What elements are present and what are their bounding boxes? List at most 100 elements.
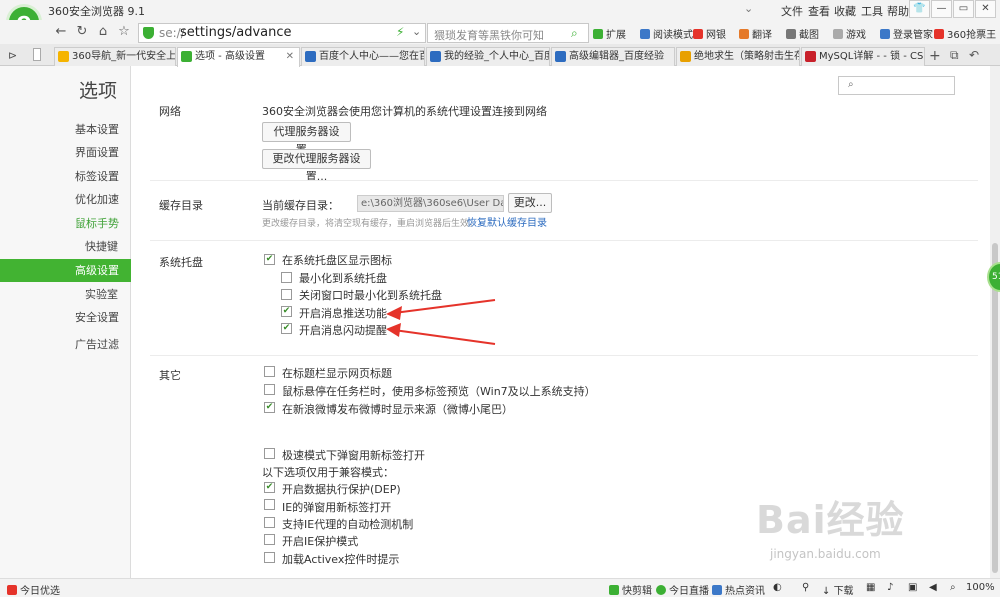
chevron-down-icon[interactable]: ⌄: [412, 25, 421, 38]
sidebar-item-acceleration[interactable]: 优化加速: [0, 188, 131, 211]
page-icon[interactable]: [33, 48, 41, 61]
tab-baidu-center[interactable]: 百度个人中心——您在百...: [301, 47, 425, 66]
sidebar-item-advanced[interactable]: 高级设置: [0, 259, 131, 282]
zoom-level[interactable]: 100%: [966, 582, 995, 593]
address-bar[interactable]: se:// settings/advance ⚡ ⌄: [138, 23, 426, 43]
menu-favorites[interactable]: 收藏: [834, 3, 856, 19]
tab-settings[interactable]: 选项 - 高级设置 ✕: [177, 47, 300, 67]
ext-reader[interactable]: 阅读模式: [640, 26, 693, 41]
cache-path-field[interactable]: e:\360浏览器\360se6\User Data\Default: [357, 195, 504, 212]
compat-note: 以下选项仅用于兼容模式：: [262, 466, 394, 479]
menu-view[interactable]: 查看: [808, 3, 830, 19]
weibo-source-checkbox[interactable]: ✔: [264, 402, 275, 413]
today-live[interactable]: 今日直播: [656, 582, 709, 597]
menu-help[interactable]: 帮助: [887, 3, 909, 19]
ext-screenshot[interactable]: 截图: [786, 26, 819, 41]
app-title: 360安全浏览器 9.1: [48, 5, 145, 18]
ie-popup-checkbox[interactable]: [264, 499, 275, 510]
tab-editor[interactable]: 高级编辑器_百度经验: [551, 47, 675, 66]
title-bar: 360安全浏览器 9.1 ⌄ 文件 查看 收藏 工具 帮助 👕 — ▭ ✕: [0, 0, 1000, 20]
restore-cache-link[interactable]: 恢复默认缓存目录: [467, 214, 547, 229]
image-icon[interactable]: ▣: [908, 582, 917, 593]
settings-tab-icon: [181, 51, 192, 62]
home-icon[interactable]: ⌂: [94, 23, 112, 41]
menu-file[interactable]: 文件: [781, 3, 803, 19]
title-in-titlebar-checkbox[interactable]: [264, 366, 275, 377]
ie-protected-mode-checkbox[interactable]: [264, 534, 275, 545]
close-icon[interactable]: ✕: [286, 48, 294, 65]
divider: [150, 355, 978, 356]
hot-news[interactable]: 热点资讯: [712, 582, 765, 597]
sidebar-item-security[interactable]: 安全设置: [0, 306, 131, 329]
tray-push-checkbox[interactable]: ✔: [281, 306, 292, 317]
scrollbar-thumb[interactable]: [992, 243, 998, 573]
refresh-icon[interactable]: ↻: [73, 23, 91, 41]
tab-list-icon[interactable]: ⧉: [950, 48, 959, 63]
floating-badge[interactable]: 51: [987, 262, 1000, 292]
sidebar-item-shortcuts[interactable]: 快捷键: [0, 235, 131, 258]
search-icon[interactable]: ⌕: [571, 26, 578, 41]
mobile-icon[interactable]: ⚲: [802, 582, 809, 593]
sound-icon[interactable]: ◀: [929, 582, 937, 593]
speed-mode-popup-checkbox[interactable]: [264, 448, 275, 459]
bolt-icon[interactable]: ⚡: [396, 25, 404, 39]
minimize-button[interactable]: —: [931, 0, 952, 18]
maximize-button[interactable]: ▭: [953, 0, 974, 18]
sidebar-item-adblock[interactable]: 广告过滤: [0, 333, 131, 356]
compat-option-label: 支持IE代理的自动检测机制: [282, 518, 414, 531]
paw-icon: [555, 51, 566, 62]
tab-my-experience[interactable]: 我的经验_个人中心_百度...: [426, 47, 550, 66]
sidebar-toggle-icon[interactable]: ⊳: [8, 49, 17, 62]
ext-login[interactable]: 登录管家: [880, 26, 933, 41]
dep-checkbox[interactable]: ✔: [264, 482, 275, 493]
sidebar-item-basic[interactable]: 基本设置: [0, 118, 131, 141]
grid-status-icon[interactable]: ▦: [866, 582, 875, 593]
tab-360nav[interactable]: 360导航_新一代安全上网: [54, 47, 176, 66]
tray-flash-checkbox[interactable]: ✔: [281, 323, 292, 334]
csdn-icon: [805, 51, 816, 62]
tray-option-label: 在系统托盘区显示图标: [282, 254, 392, 267]
today-picks[interactable]: 今日优选: [7, 582, 60, 597]
ext-tickets[interactable]: 360抢票王: [934, 26, 996, 41]
chevron-down-icon[interactable]: ⌄: [744, 2, 753, 15]
zoom-icon[interactable]: ⌕: [950, 582, 956, 593]
quick-clip[interactable]: 快剪辑: [609, 582, 652, 597]
ext-extensions[interactable]: 扩展: [593, 26, 626, 41]
change-proxy-button[interactable]: 更改代理服务器设置...: [262, 149, 371, 183]
paw-icon: [430, 51, 441, 62]
sidebar-item-mouse-gesture[interactable]: 鼠标手势: [0, 212, 131, 235]
ext-bank[interactable]: 网银: [693, 26, 726, 41]
tray-show-icon-checkbox[interactable]: ✔: [264, 254, 275, 265]
tab-pubg[interactable]: 绝地求生（策略射击生存...: [676, 47, 800, 66]
undo-close-icon[interactable]: ↶: [969, 48, 979, 62]
proxy-settings-button[interactable]: 代理服务器设置...: [262, 122, 351, 156]
tab-mysql[interactable]: MySQL详解 - - 锁 - CS...: [801, 47, 925, 66]
activex-prompt-checkbox[interactable]: [264, 552, 275, 563]
sidebar-item-lab[interactable]: 实验室: [0, 283, 131, 306]
ext-games[interactable]: 游戏: [833, 26, 866, 41]
watermark-logo: Bai经验: [756, 498, 905, 542]
options-search-input[interactable]: ⌕: [838, 76, 955, 95]
tray-close-minimize-checkbox[interactable]: [281, 289, 292, 300]
menu-tools[interactable]: 工具: [861, 3, 883, 19]
cache-heading: 缓存目录: [159, 199, 203, 212]
shield-status-icon[interactable]: ◐: [773, 582, 782, 593]
cache-current-label: 当前缓存目录：: [262, 199, 339, 212]
skin-button[interactable]: 👕: [909, 0, 930, 18]
ext-translate[interactable]: 翻译: [739, 26, 772, 41]
new-tab-icon[interactable]: +: [929, 48, 941, 64]
sidebar-item-interface[interactable]: 界面设置: [0, 141, 131, 164]
back-arrow-icon[interactable]: ←: [52, 23, 70, 41]
change-cache-button[interactable]: 更改...: [508, 193, 552, 213]
star-icon[interactable]: ☆: [115, 23, 133, 41]
close-button[interactable]: ✕: [975, 0, 996, 18]
download-button[interactable]: ↓ 下载: [822, 582, 854, 597]
taskbar-preview-checkbox[interactable]: [264, 384, 275, 395]
sidebar-item-tabs[interactable]: 标签设置: [0, 165, 131, 188]
tray-minimize-checkbox[interactable]: [281, 272, 292, 283]
grid-icon: [593, 29, 603, 39]
volume-icon[interactable]: ♪: [887, 582, 893, 593]
ie-proxy-detect-checkbox[interactable]: [264, 517, 275, 528]
other-heading: 其它: [159, 369, 181, 382]
search-input[interactable]: 猥琐发育等黑铁你可知 ⌕: [427, 23, 589, 43]
